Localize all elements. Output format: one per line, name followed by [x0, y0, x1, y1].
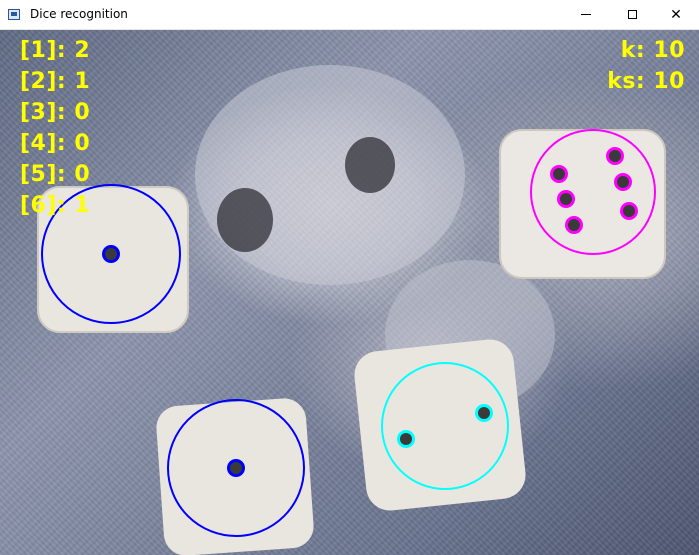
count-face-1: [1]: 2	[20, 38, 91, 63]
count-face-6: [6]: 1	[20, 193, 91, 218]
die-two-bottom-right	[354, 339, 526, 511]
plush-toy-head	[195, 65, 465, 285]
die-one-bottom-left	[156, 398, 314, 555]
count-face-2: [2]: 1	[20, 69, 91, 94]
pip	[560, 193, 572, 205]
maximize-button[interactable]	[609, 0, 655, 29]
close-icon: ✕	[670, 6, 682, 23]
plush-toy-left-eye	[217, 188, 273, 252]
maximize-icon	[627, 10, 637, 19]
title-bar: Dice recognition ✕	[0, 0, 699, 30]
pip	[553, 168, 565, 180]
stat-ks: ks: 10	[607, 69, 685, 94]
window-title: Dice recognition	[30, 7, 128, 21]
minimize-button[interactable]	[563, 0, 609, 29]
pip	[568, 219, 580, 231]
minimize-icon	[581, 14, 591, 15]
count-face-3: [3]: 0	[20, 100, 91, 125]
pip	[105, 248, 117, 260]
die-six-top-right	[499, 129, 666, 279]
count-face-4: [4]: 0	[20, 131, 91, 156]
pip	[230, 462, 242, 474]
pip	[400, 433, 412, 445]
count-face-5: [5]: 0	[20, 162, 91, 187]
app-window-icon	[8, 9, 20, 20]
pip	[609, 150, 621, 162]
pip	[617, 176, 629, 188]
camera-view: [1]: 2 [2]: 1 [3]: 0 [4]: 0 [5]: 0 [6]: …	[0, 30, 699, 555]
pip	[478, 407, 490, 419]
pip	[623, 205, 635, 217]
stat-k: k: 10	[620, 38, 685, 63]
close-button[interactable]: ✕	[653, 0, 699, 29]
dice-scene	[37, 65, 666, 555]
plush-toy-right-eye	[345, 137, 395, 193]
